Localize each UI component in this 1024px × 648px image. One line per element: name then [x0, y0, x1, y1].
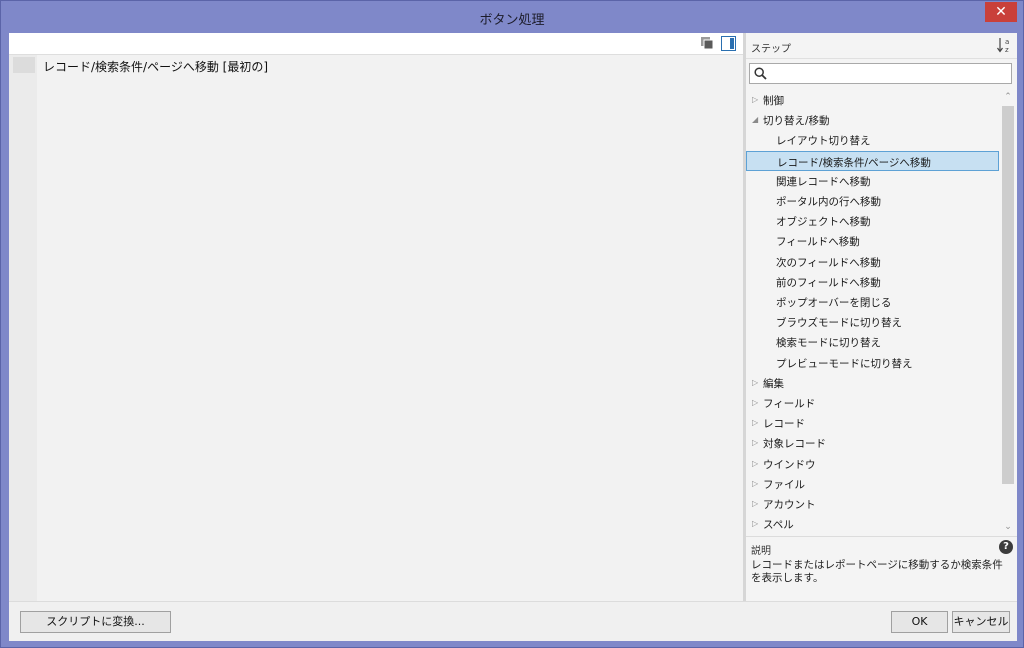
- expanded-arrow-icon[interactable]: ◢: [752, 115, 758, 124]
- tree-step-item[interactable]: オブジェクトへ移動: [746, 211, 999, 231]
- tree-label: ブラウズモードに切り替え: [776, 317, 902, 330]
- tree-label: 編集: [763, 377, 784, 390]
- convert-to-script-button[interactable]: スクリプトに変換...: [20, 611, 171, 633]
- script-toolbar: [9, 33, 743, 55]
- tree-label: ポップオーバーを閉じる: [776, 297, 892, 309]
- collapsed-arrow-icon[interactable]: ▷: [752, 418, 758, 427]
- window-title: ボタン処理: [479, 13, 545, 28]
- gutter-line-marker: [13, 57, 35, 73]
- collapsed-arrow-icon[interactable]: ▷: [752, 499, 758, 508]
- scroll-thumb[interactable]: [1002, 106, 1014, 484]
- tree-step-item[interactable]: 検索モードに切り替え: [746, 332, 999, 352]
- tree-category[interactable]: ▷ 対象レコード: [746, 433, 999, 453]
- tree-step-item[interactable]: ポータル内の行へ移動: [746, 191, 999, 211]
- tree-label: 前のフィールドへ移動: [776, 276, 881, 289]
- scroll-down-icon[interactable]: ⌄: [1003, 522, 1013, 532]
- svg-text:a: a: [1005, 38, 1009, 46]
- tree-label: オブジェクトへ移動: [776, 216, 871, 229]
- tree-step-item[interactable]: レイアウト切り替え: [746, 130, 999, 150]
- tree-label: スペル: [763, 519, 794, 532]
- tree-category[interactable]: ▷ ウインドウ: [746, 454, 999, 474]
- scroll-up-icon[interactable]: ⌃: [1003, 92, 1013, 102]
- steps-tree: ▷ 制御 ◢ 切り替え/移動レイアウト切り替えレコード/検索条件/ページへ移動 関連レコ…: [746, 90, 999, 534]
- collapsed-arrow-icon[interactable]: ▷: [752, 95, 758, 104]
- tree-label: レイアウト切り替え: [776, 135, 871, 148]
- collapsed-arrow-icon[interactable]: ▷: [752, 459, 758, 468]
- tree-label: 対象レコード: [763, 438, 826, 451]
- collapsed-arrow-icon[interactable]: ▷: [752, 398, 758, 407]
- steps-title: ステップ: [751, 44, 791, 55]
- dialog-body: レコード/検索条件/ページへ移動 [最初の] ステップ a z ▷ 制御 ◢ 切…: [9, 33, 1017, 641]
- tree-category[interactable]: ▷ フィールド: [746, 393, 999, 413]
- tree-step-item[interactable]: フィールドへ移動: [746, 231, 999, 251]
- title-bar[interactable]: ボタン処理 ✕: [1, 1, 1023, 33]
- tree-scrollbar[interactable]: ⌃ ⌄: [1001, 90, 1015, 534]
- close-button[interactable]: ✕: [985, 2, 1017, 22]
- steps-header: ステップ a z: [746, 33, 1017, 59]
- tree-category[interactable]: ▷ 制御: [746, 90, 999, 110]
- search-icon: [754, 67, 767, 80]
- collapsed-arrow-icon[interactable]: ▷: [752, 519, 758, 528]
- bottom-bar: スクリプトに変換... OK キャンセル: [9, 601, 1017, 641]
- help-icon[interactable]: ?: [999, 540, 1013, 554]
- script-step-line[interactable]: レコード/検索条件/ページへ移動 [最初の]: [43, 58, 268, 75]
- collapsed-arrow-icon[interactable]: ▷: [752, 479, 758, 488]
- search-input[interactable]: [772, 66, 1008, 81]
- tree-label: ファイル: [763, 478, 805, 491]
- tree-label: フィールドへ移動: [776, 236, 860, 249]
- script-editor[interactable]: レコード/検索条件/ページへ移動 [最初の]: [9, 55, 743, 601]
- tree-category[interactable]: ▷ ファイル: [746, 474, 999, 494]
- tree-label: 検索モードに切り替え: [776, 337, 881, 350]
- step-search-field[interactable]: [749, 63, 1012, 84]
- tree-label: 関連レコードへ移動: [776, 175, 871, 188]
- toggle-panel-icon[interactable]: [721, 36, 736, 51]
- tree-step-item[interactable]: レコード/検索条件/ページへ移動: [746, 150, 999, 171]
- tree-category[interactable]: ◢ 切り替え/移動: [746, 110, 999, 130]
- svg-text:z: z: [1005, 46, 1009, 54]
- tree-label: レコード/検索条件/ページへ移動: [777, 156, 931, 169]
- tree-category[interactable]: ▷ レコード: [746, 413, 999, 433]
- description-title: 説明: [751, 546, 771, 557]
- tree-label: レコード: [763, 418, 805, 431]
- tree-label: ポータル内の行へ移動: [776, 196, 881, 208]
- tree-label: アカウント: [763, 499, 816, 511]
- sort-az-icon[interactable]: a z: [997, 36, 1013, 54]
- tree-category[interactable]: ▷ 編集: [746, 373, 999, 393]
- description-text: レコードまたはレポートページに移動するか検索条件を表示します。: [751, 559, 1003, 584]
- tree-step-item[interactable]: プレビューモードに切り替え: [746, 353, 999, 373]
- tree-label: プレビューモードに切り替え: [776, 357, 913, 370]
- steps-panel: ステップ a z ▷ 制御 ◢ 切り替え/移動レイアウト切り替えレコード/検索条件/ペ…: [746, 33, 1017, 601]
- dialog-window: ボタン処理 ✕ レコード/検索条件/ページへ移動 [最初の] ステップ a z …: [0, 0, 1024, 648]
- tree-label: ウインドウ: [763, 458, 816, 471]
- tree-category[interactable]: ▷ スペル: [746, 514, 999, 534]
- line-gutter: [9, 55, 37, 601]
- tree-label: フィールド: [763, 398, 816, 410]
- tree-step-item[interactable]: ブラウズモードに切り替え: [746, 312, 999, 332]
- tree-category[interactable]: ▷ アカウント: [746, 494, 999, 514]
- tree-step-item[interactable]: ポップオーバーを閉じる: [746, 292, 999, 312]
- tree-label: 切り替え/移動: [763, 115, 830, 128]
- collapsed-arrow-icon[interactable]: ▷: [752, 438, 758, 447]
- tree-step-item[interactable]: 前のフィールドへ移動: [746, 272, 999, 292]
- description-header: 説明 ?: [746, 536, 1017, 557]
- tree-step-item[interactable]: 関連レコードへ移動: [746, 171, 999, 191]
- ok-button[interactable]: OK: [891, 611, 948, 633]
- cancel-button[interactable]: キャンセル: [952, 611, 1010, 633]
- tree-label: 制御: [763, 95, 784, 107]
- tree-step-item[interactable]: 次のフィールドへ移動: [746, 252, 999, 272]
- collapsed-arrow-icon[interactable]: ▷: [752, 378, 758, 387]
- tree-label: 次のフィールドへ移動: [776, 256, 881, 269]
- copy-icon[interactable]: [700, 36, 715, 51]
